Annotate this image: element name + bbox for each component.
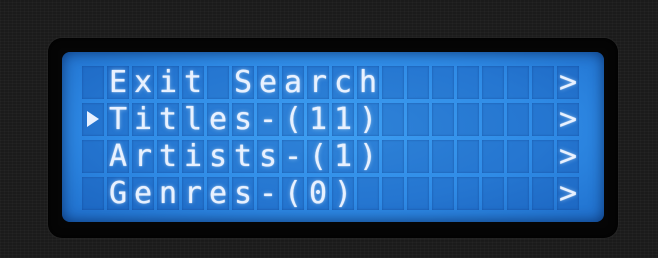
lcd-cell: 0 xyxy=(307,177,329,210)
lcd-cell: r xyxy=(307,66,329,99)
lcd-cell: s xyxy=(232,177,254,210)
lcd-cell: e xyxy=(207,103,229,136)
lcd-cell xyxy=(482,177,504,210)
row-arrow: > xyxy=(557,103,579,136)
lcd-cell: i xyxy=(132,103,154,136)
lcd-cell: a xyxy=(282,66,304,99)
lcd-cell xyxy=(532,66,554,99)
lcd-cell: ) xyxy=(357,103,379,136)
lcd-cell xyxy=(532,177,554,210)
row-arrow: > xyxy=(557,140,579,173)
lcd-cell xyxy=(457,140,479,173)
lcd-cell: c xyxy=(332,66,354,99)
lcd-cell: s xyxy=(232,103,254,136)
lcd-cell xyxy=(432,177,454,210)
lcd-cell: n xyxy=(157,177,179,210)
lcd-cell: i xyxy=(182,140,204,173)
lcd-cell: S xyxy=(232,66,254,99)
lcd-cell xyxy=(382,66,404,99)
lcd-cell xyxy=(457,177,479,210)
lcd-cell: i xyxy=(157,66,179,99)
row-arrow: > xyxy=(557,66,579,99)
lcd-cell: - xyxy=(282,140,304,173)
lcd-cell: 1 xyxy=(332,103,354,136)
lcd-cell xyxy=(407,177,429,210)
lcd-cell: t xyxy=(232,140,254,173)
row-text-titles: T xyxy=(107,103,129,136)
lcd-cell xyxy=(432,103,454,136)
lcd-cell: l xyxy=(182,103,204,136)
lcd-cell: e xyxy=(257,66,279,99)
lcd-cell xyxy=(432,66,454,99)
lcd-cell: - xyxy=(257,177,279,210)
lcd-cell xyxy=(382,103,404,136)
lcd-cell xyxy=(382,140,404,173)
lcd-cell xyxy=(407,140,429,173)
lcd-cell: t xyxy=(182,66,204,99)
lcd-cell: ) xyxy=(332,177,354,210)
lcd-cell: - xyxy=(257,103,279,136)
lcd-cell: e xyxy=(207,177,229,210)
lcd-cell xyxy=(507,66,529,99)
lcd-cell xyxy=(482,103,504,136)
selection-pointer-icon xyxy=(87,111,99,127)
lcd-cell xyxy=(482,140,504,173)
lcd-cell: e xyxy=(132,177,154,210)
row-arrow: > xyxy=(557,177,579,210)
row-text-exit-search: E xyxy=(107,66,129,99)
lcd-cell xyxy=(407,103,429,136)
lcd-cell xyxy=(432,140,454,173)
row-text-genres: G xyxy=(107,177,129,210)
lcd-cell xyxy=(532,140,554,173)
row-text-artists: A xyxy=(107,140,129,173)
lcd-cell: t xyxy=(157,140,179,173)
lcd-cell xyxy=(82,140,104,173)
lcd-cell: s xyxy=(257,140,279,173)
lcd-cell xyxy=(507,103,529,136)
lcd-cell xyxy=(532,103,554,136)
lcd-cell xyxy=(357,177,379,210)
lcd-cell xyxy=(382,177,404,210)
lcd-cell: ( xyxy=(282,177,304,210)
lcd-cell xyxy=(82,177,104,210)
lcd-cell: x xyxy=(132,66,154,99)
lcd-cell: h xyxy=(357,66,379,99)
lcd-cell xyxy=(457,66,479,99)
lcd-cell xyxy=(507,177,529,210)
lcd-cell: ) xyxy=(357,140,379,173)
lcd-cell: r xyxy=(182,177,204,210)
lcd-character-grid: E x i t S e a r c h > T i t l e s - ( 1 … xyxy=(82,66,579,210)
lcd-cell xyxy=(207,66,229,99)
lcd-cell: 1 xyxy=(332,140,354,173)
lcd-cell: ( xyxy=(282,103,304,136)
lcd-cell xyxy=(482,66,504,99)
lcd-cell: r xyxy=(132,140,154,173)
lcd-cell: ( xyxy=(307,140,329,173)
lcd-cell: t xyxy=(157,103,179,136)
lcd-cell: 1 xyxy=(307,103,329,136)
lcd-cell xyxy=(457,103,479,136)
lcd-cell xyxy=(407,66,429,99)
lcd-cell xyxy=(82,66,104,99)
lcd-cell: s xyxy=(207,140,229,173)
lcd-cell xyxy=(507,140,529,173)
